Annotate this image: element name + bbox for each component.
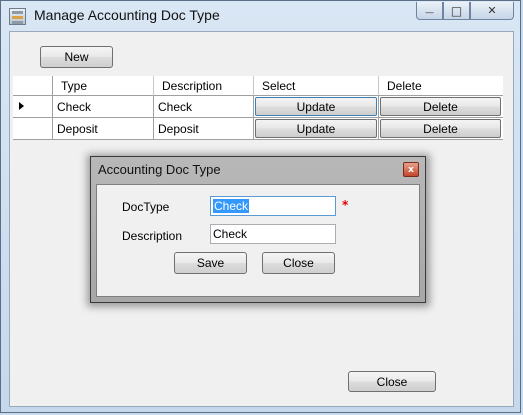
doctype-field[interactable]: Check [210, 196, 336, 216]
column-header-delete[interactable]: Delete [379, 76, 503, 96]
doctype-value: Check [213, 199, 250, 213]
row-header[interactable] [13, 118, 53, 140]
column-header-type[interactable]: Type [53, 76, 154, 96]
grid-corner [13, 76, 53, 96]
description-label: Description [122, 229, 183, 243]
window-title: Manage Accounting Doc Type [34, 7, 220, 23]
minimize-button[interactable]: — [416, 2, 443, 20]
cell-delete: Delete [379, 96, 503, 118]
doctype-label: DocType [122, 200, 170, 214]
save-button[interactable]: Save [174, 252, 247, 274]
accounting-doc-type-dialog: Accounting Doc Type x DocType Check * De… [90, 156, 426, 303]
update-button[interactable]: Update [255, 97, 377, 116]
close-icon: x [408, 164, 414, 175]
close-window-button[interactable]: ✕ [470, 2, 514, 20]
new-button[interactable]: New [40, 46, 113, 68]
maximize-icon: □ [450, 3, 463, 18]
cell-delete: Delete [379, 118, 503, 140]
update-button[interactable]: Update [255, 119, 377, 138]
dialog-title: Accounting Doc Type [98, 162, 221, 177]
close-icon: ✕ [487, 4, 497, 17]
dialog-body: DocType Check * Description Check Save C… [96, 184, 420, 297]
cell-description[interactable]: Deposit [154, 118, 254, 140]
current-row-arrow-icon [19, 102, 24, 110]
app-icon [9, 8, 26, 25]
cell-select: Update [254, 118, 379, 140]
dialog-close-button[interactable]: x [403, 162, 419, 177]
title-bar[interactable]: Manage Accounting Doc Type — □ ✕ [1, 1, 520, 31]
column-header-select[interactable]: Select [254, 76, 379, 96]
column-header-description[interactable]: Description [154, 76, 254, 96]
cell-type[interactable]: Check [53, 96, 154, 118]
dialog-close-action-button[interactable]: Close [262, 252, 335, 274]
cell-select: Update [254, 96, 379, 118]
minimize-icon: — [425, 7, 434, 18]
required-marker: * [342, 198, 349, 212]
cell-description[interactable]: Check [154, 96, 254, 118]
delete-button[interactable]: Delete [380, 97, 501, 116]
doc-type-grid: Type Description Select Delete Check Che… [13, 76, 503, 142]
delete-button[interactable]: Delete [380, 119, 501, 138]
row-header-current[interactable] [13, 96, 53, 118]
close-button[interactable]: Close [348, 371, 436, 392]
window-controls: — □ ✕ [416, 2, 514, 21]
description-field[interactable]: Check [210, 224, 336, 244]
maximize-button[interactable]: □ [443, 2, 470, 20]
cell-type[interactable]: Deposit [53, 118, 154, 140]
